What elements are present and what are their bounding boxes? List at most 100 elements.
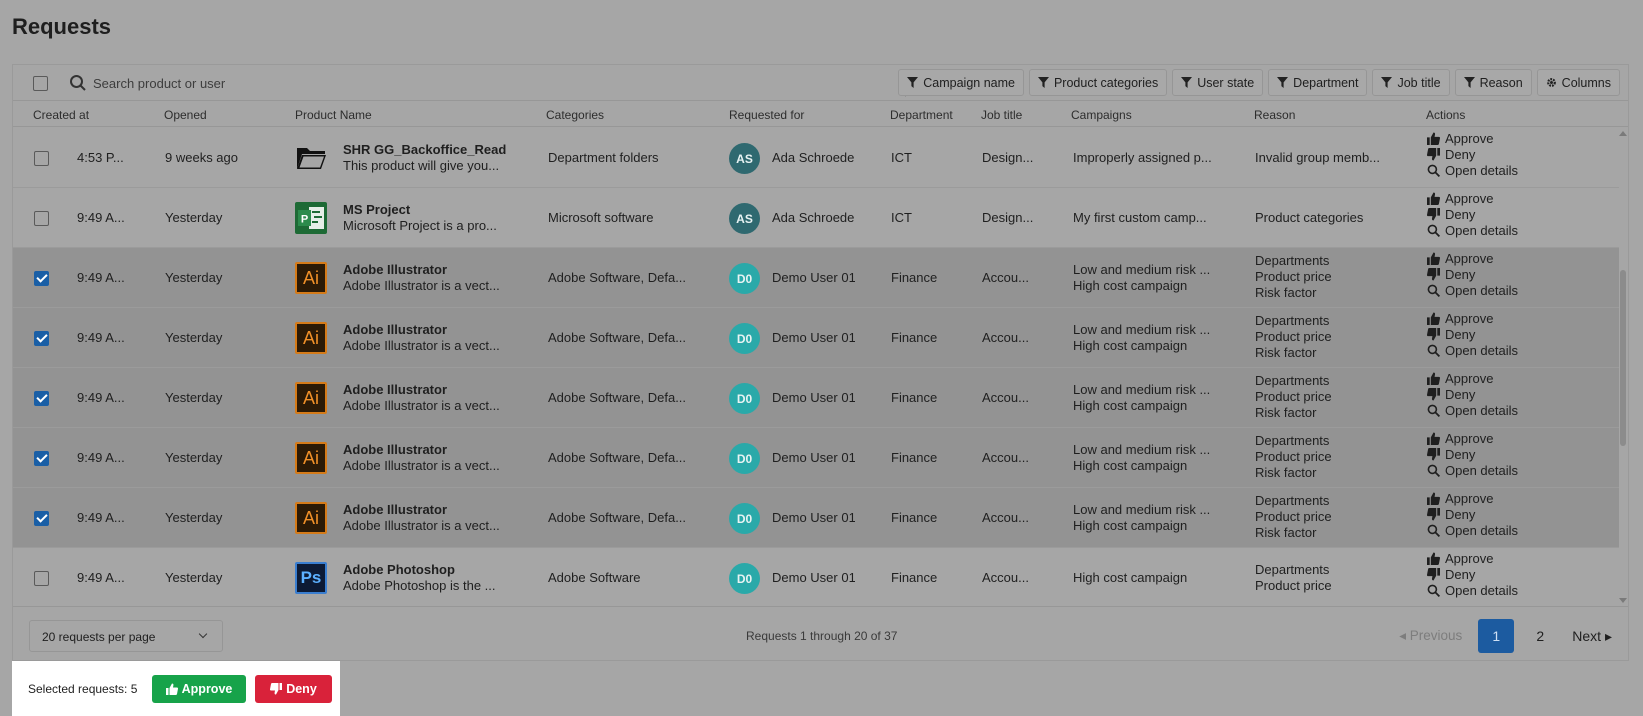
approve-action[interactable]: Approve <box>1427 491 1493 506</box>
column-header-campaigns[interactable]: Campaigns <box>1071 108 1132 122</box>
open-details-action[interactable]: Open details <box>1427 283 1518 298</box>
requested-for[interactable]: Ada Schroede <box>772 210 855 225</box>
search-icon <box>70 75 86 91</box>
page-button-1[interactable]: 1 <box>1478 619 1515 653</box>
chevron-down-icon <box>198 629 208 639</box>
search-input[interactable] <box>93 72 593 94</box>
campaigns-item: High cost campaign <box>1073 278 1188 293</box>
requested-for[interactable]: Demo User 01 <box>772 390 855 405</box>
approve-action[interactable]: Approve <box>1427 551 1493 566</box>
column-header-department[interactable]: Department <box>890 108 953 122</box>
filter-product-categories-button[interactable]: Product categories <box>1028 69 1168 96</box>
product-name-cell[interactable]: Adobe Illustrator Adobe Illustrator is a … <box>343 322 543 354</box>
open-details-action[interactable]: Open details <box>1427 343 1518 358</box>
approve-action[interactable]: Approve <box>1427 431 1493 446</box>
requested-for[interactable]: Demo User 01 <box>772 510 855 525</box>
approve-action[interactable]: Approve <box>1427 311 1493 326</box>
product-name-cell[interactable]: Adobe Photoshop Adobe Photoshop is the ..… <box>343 562 543 594</box>
requested-for[interactable]: Demo User 01 <box>772 450 855 465</box>
open-details-action[interactable]: Open details <box>1427 463 1518 478</box>
filter-department-button[interactable]: Department <box>1268 69 1368 96</box>
column-header-reason[interactable]: Reason <box>1254 108 1295 122</box>
bulk-approve-button[interactable]: Approve <box>152 675 246 703</box>
table-row[interactable]: 9:49 A... Yesterday Ai Adobe Illustrator Ado… <box>13 248 1619 308</box>
opened: Yesterday <box>165 210 223 225</box>
approve-action[interactable]: Approve <box>1427 131 1493 146</box>
row-checkbox[interactable] <box>34 211 49 226</box>
requested-for[interactable]: Demo User 01 <box>772 570 855 585</box>
deny-action[interactable]: Deny <box>1427 207 1475 222</box>
row-checkbox[interactable] <box>34 511 49 526</box>
column-header-opened[interactable]: Opened <box>164 108 207 122</box>
product-name-cell[interactable]: Adobe Illustrator Adobe Illustrator is a … <box>343 442 543 474</box>
job-title: Accou... <box>982 570 1029 585</box>
table-row[interactable]: 9:49 A... Yesterday P MS Project Microsoft P… <box>13 188 1619 248</box>
filter-job-title-button[interactable]: Job title <box>1372 69 1450 96</box>
table-row[interactable]: 9:49 A... Yesterday Ai Adobe Illustrator Ado… <box>13 428 1619 488</box>
page-button-2[interactable]: 2 <box>1522 619 1558 653</box>
row-checkbox[interactable] <box>34 271 49 286</box>
table-row[interactable]: 9:49 A... Yesterday Ai Adobe Illustrator Ado… <box>13 308 1619 368</box>
columns-button[interactable]: Columns <box>1536 69 1620 96</box>
filter-reason-button[interactable]: Reason <box>1454 69 1532 96</box>
adobe-illustrator-icon: Ai <box>295 262 327 294</box>
deny-action[interactable]: Deny <box>1427 507 1475 522</box>
approve-action[interactable]: Approve <box>1427 251 1493 266</box>
product-name-cell[interactable]: SHR GG_Backoffice_Read This product will … <box>343 142 543 174</box>
open-details-action[interactable]: Open details <box>1427 583 1518 598</box>
open-details-action[interactable]: Open details <box>1427 223 1518 238</box>
deny-action[interactable]: Deny <box>1427 387 1475 402</box>
table-row[interactable]: 9:49 A... Yesterday Ai Adobe Illustrator Ado… <box>13 488 1619 548</box>
filter-user-state-button[interactable]: User state <box>1172 69 1264 96</box>
column-header-job-title[interactable]: Job title <box>981 108 1022 122</box>
deny-action[interactable]: Deny <box>1427 267 1475 282</box>
previous-page-button[interactable]: ◂ Previous <box>1391 628 1470 644</box>
deny-action[interactable]: Deny <box>1427 447 1475 462</box>
column-header-product-name[interactable]: Product Name <box>295 108 372 122</box>
column-header-created-at[interactable]: Created at <box>33 108 89 122</box>
requested-for[interactable]: Ada Schroede <box>772 150 855 165</box>
deny-action[interactable]: Deny <box>1427 147 1475 162</box>
row-checkbox[interactable] <box>34 331 49 346</box>
caret-left-icon: ◂ <box>1399 628 1410 643</box>
filter-campaign-name-button[interactable]: Campaign name <box>898 69 1024 96</box>
campaigns-item: High cost campaign <box>1073 518 1188 533</box>
scroll-down-arrow[interactable] <box>1619 598 1627 603</box>
campaigns: Low and medium risk ... High cost campaig… <box>1073 322 1248 354</box>
column-header-categories[interactable]: Categories <box>546 108 604 122</box>
deny-action[interactable]: Deny <box>1427 567 1475 582</box>
adobe-illustrator-icon: Ai <box>295 442 327 474</box>
product-name-cell[interactable]: Adobe Illustrator Adobe Illustrator is a … <box>343 382 543 414</box>
filter-label: Job title <box>1397 75 1441 90</box>
product-name-cell[interactable]: Adobe Illustrator Adobe Illustrator is a … <box>343 502 543 534</box>
scrollbar-thumb[interactable] <box>1620 270 1626 446</box>
requested-for[interactable]: Demo User 01 <box>772 270 855 285</box>
approve-action[interactable]: Approve <box>1427 191 1493 206</box>
row-checkbox[interactable] <box>34 571 49 586</box>
opened: Yesterday <box>165 450 223 465</box>
scroll-up-arrow[interactable] <box>1619 131 1627 136</box>
next-page-button[interactable]: Next ▸ <box>1566 628 1618 645</box>
approve-action[interactable]: Approve <box>1427 371 1493 386</box>
row-checkbox[interactable] <box>34 391 49 406</box>
table-row[interactable]: 9:49 A... Yesterday Ps Adobe Photoshop Adobe… <box>13 548 1619 606</box>
open-details-action[interactable]: Open details <box>1427 403 1518 418</box>
bulk-deny-button[interactable]: Deny <box>255 675 332 703</box>
department: Finance <box>891 270 938 285</box>
requested-for[interactable]: Demo User 01 <box>772 330 855 345</box>
open-details-action[interactable]: Open details <box>1427 523 1518 538</box>
per-page-select[interactable]: 20 requests per page <box>29 620 223 652</box>
row-checkbox[interactable] <box>34 151 49 166</box>
product-name-cell[interactable]: MS Project Microsoft Project is a pro... <box>343 202 543 234</box>
selected-count: Selected requests: 5 <box>28 682 138 696</box>
row-checkbox[interactable] <box>34 451 49 466</box>
table-scrollbar[interactable] <box>1618 128 1628 606</box>
product-name-cell[interactable]: Adobe Illustrator Adobe Illustrator is a … <box>343 262 543 294</box>
table-row[interactable]: 4:53 P... 9 weeks ago SHR GG_Backoffice_Re… <box>13 128 1619 188</box>
table-row[interactable]: 9:49 A... Yesterday Ai Adobe Illustrator Ado… <box>13 368 1619 428</box>
column-header-requested-for[interactable]: Requested for <box>729 108 804 122</box>
deny-action[interactable]: Deny <box>1427 327 1475 342</box>
open-details-action[interactable]: Open details <box>1427 163 1518 178</box>
select-all-checkbox[interactable] <box>33 76 48 91</box>
thumbs-down-icon <box>270 683 283 695</box>
